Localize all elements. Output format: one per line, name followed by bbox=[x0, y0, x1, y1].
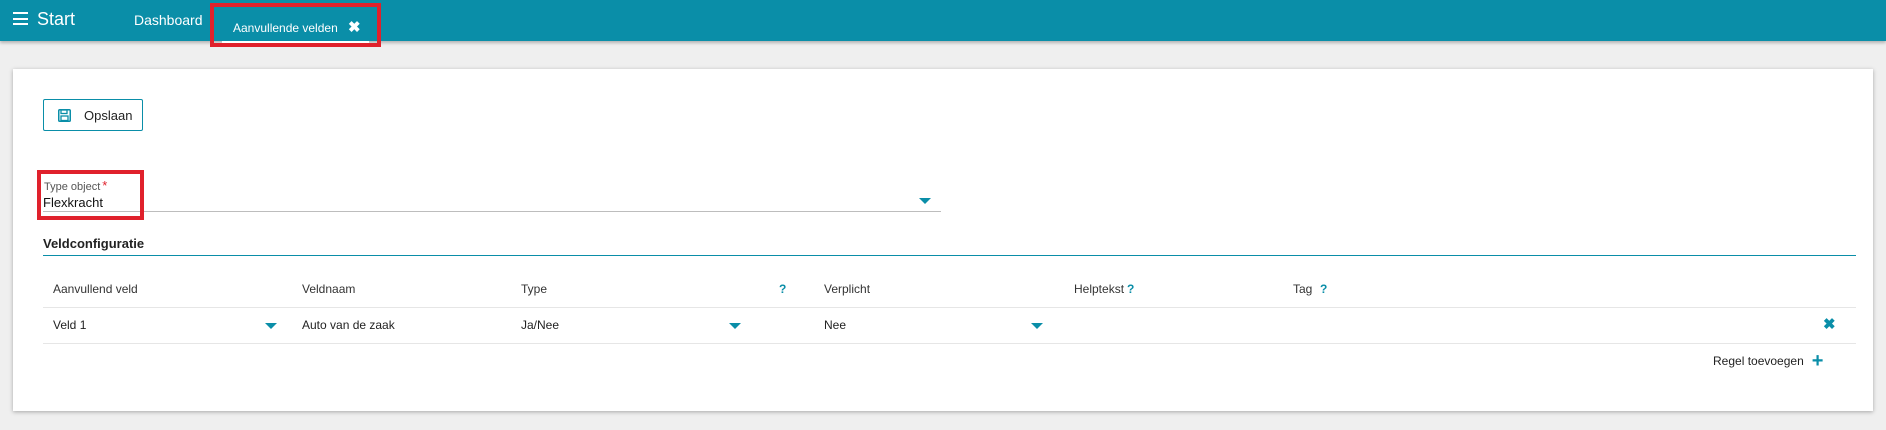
add-rule-label: Regel toevoegen bbox=[1713, 353, 1804, 368]
table-header: Aanvullend veld Veldnaam Type ? Verplich… bbox=[43, 275, 1856, 308]
cell-verplicht[interactable]: Nee bbox=[824, 318, 846, 332]
floppy-disk-icon bbox=[58, 109, 71, 122]
save-button[interactable]: Opslaan bbox=[43, 99, 143, 131]
plus-icon: + bbox=[1811, 349, 1824, 372]
header-tag: Tag bbox=[1293, 282, 1313, 296]
save-button-label: Opslaan bbox=[84, 108, 133, 123]
chevron-down-icon[interactable] bbox=[729, 323, 741, 329]
brand-start[interactable]: Start bbox=[37, 9, 75, 30]
delete-row-icon[interactable]: ✖ bbox=[1823, 315, 1836, 333]
type-object-highlight bbox=[37, 170, 144, 220]
helptekst-help-icon[interactable]: ? bbox=[1127, 282, 1134, 296]
header-veldnaam: Veldnaam bbox=[302, 282, 356, 296]
section-divider bbox=[43, 255, 1856, 256]
type-object-select[interactable]: Type object * Flexkracht bbox=[43, 170, 941, 212]
tab-dashboard[interactable]: Dashboard bbox=[134, 12, 203, 28]
chevron-down-icon[interactable] bbox=[919, 198, 931, 204]
header-helptekst: Helptekst bbox=[1074, 282, 1125, 296]
cell-aanvullend-veld[interactable]: Veld 1 bbox=[53, 318, 86, 332]
chevron-down-icon[interactable] bbox=[265, 323, 277, 329]
top-bar: Start Dashboard Aanvullende velden ✖ bbox=[0, 0, 1886, 47]
tag-help-icon[interactable]: ? bbox=[1320, 282, 1327, 296]
header-aanvullend-veld: Aanvullend veld bbox=[53, 282, 138, 296]
header-verplicht: Verplicht bbox=[824, 282, 871, 296]
cell-veldnaam[interactable]: Auto van de zaak bbox=[302, 318, 395, 332]
table-row: Veld 1 Auto van de zaak Ja/Nee Nee ✖ bbox=[43, 307, 1856, 344]
menu-icon[interactable] bbox=[13, 12, 28, 25]
content-card: Opslaan Type object * Flexkracht Veldconf… bbox=[13, 69, 1873, 411]
add-rule-button[interactable]: Regel toevoegen + bbox=[1713, 349, 1824, 372]
tab-aanvullende-velden[interactable]: Aanvullende velden bbox=[233, 21, 338, 35]
type-help-icon[interactable]: ? bbox=[779, 282, 786, 296]
close-icon[interactable]: ✖ bbox=[348, 18, 361, 36]
active-tab-indicator bbox=[222, 41, 369, 43]
tab-aanvullende-velden-highlight: Aanvullende velden ✖ bbox=[210, 3, 381, 47]
chevron-down-icon[interactable] bbox=[1031, 323, 1043, 329]
section-title: Veldconfiguratie bbox=[43, 236, 145, 251]
cell-type[interactable]: Ja/Nee bbox=[521, 318, 559, 332]
header-type: Type bbox=[521, 282, 548, 296]
